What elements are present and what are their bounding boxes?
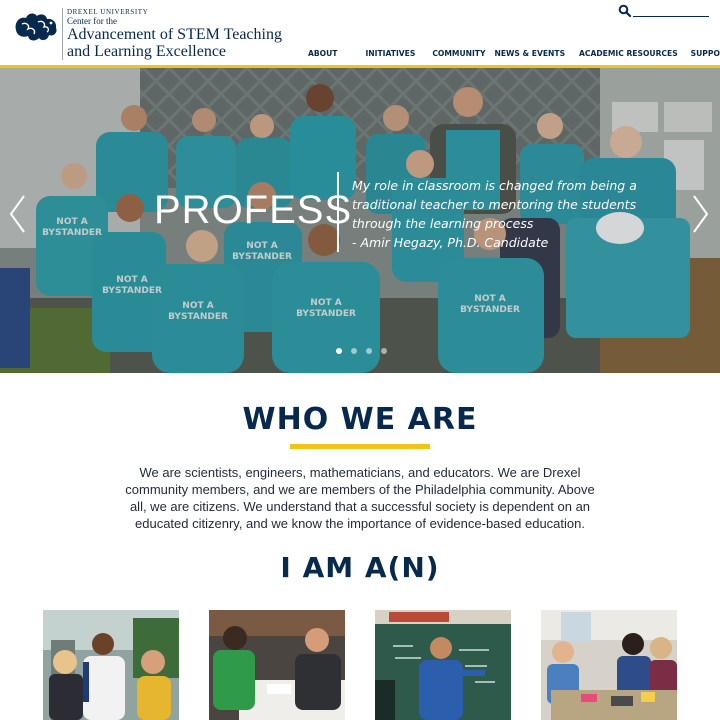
carousel-dot-2[interactable] xyxy=(351,348,357,354)
center-line: Center for the xyxy=(67,16,117,26)
audience-card-students[interactable] xyxy=(43,610,179,720)
nav-news-events[interactable]: NEWS & EVENTS xyxy=(494,48,565,62)
hero-title: PROFESS xyxy=(154,188,353,232)
community-photo xyxy=(541,610,677,720)
heading-underline xyxy=(290,444,430,449)
students-photo xyxy=(43,610,179,720)
nav-about[interactable]: ABOUT xyxy=(308,48,337,62)
center-name-line2: and Learning Excellence xyxy=(67,43,227,60)
hero-carousel: NOT A BYSTANDER NOT A BYSTANDER NOT A BY… xyxy=(0,68,720,373)
audience-card-instructors[interactable] xyxy=(375,610,511,720)
i-am-heading: I AM A(N) xyxy=(280,551,440,584)
faculty-photo xyxy=(209,610,345,720)
site-header: DREXEL UNIVERSITY Center for the Advance… xyxy=(0,0,720,68)
search-icon[interactable] xyxy=(618,4,632,18)
nav-initiatives[interactable]: INITIATIVES xyxy=(365,48,415,62)
chevron-left-icon[interactable] xyxy=(8,194,26,234)
instructor-photo xyxy=(375,610,511,720)
hero-divider xyxy=(337,172,339,252)
dragon-logo-icon[interactable] xyxy=(12,10,60,44)
carousel-dot-3[interactable] xyxy=(366,348,372,354)
who-we-are-text: We are scientists, engineers, mathematic… xyxy=(125,465,595,531)
who-we-are-heading: WHO WE ARE xyxy=(242,402,478,437)
carousel-dot-4[interactable] xyxy=(381,348,387,354)
audience-cards xyxy=(0,610,720,720)
search-bar xyxy=(618,4,710,18)
nav-community[interactable]: COMMUNITY xyxy=(432,48,485,62)
hero-attribution: - Amir Hegazy, Ph.D. Candidate xyxy=(352,235,549,250)
audience-card-faculty[interactable] xyxy=(209,610,345,720)
site-logo-text[interactable]: DREXEL UNIVERSITY Center for the Advance… xyxy=(62,8,282,60)
audience-card-community[interactable] xyxy=(541,610,677,720)
center-name-line1: Advancement of STEM Teaching xyxy=(67,26,282,43)
nav-support-us[interactable]: SUPPORT US xyxy=(691,48,720,62)
hero-quote: My role in classroom is changed from bei… xyxy=(352,178,637,231)
main-nav: ABOUT INITIATIVES COMMUNITY NEWS & EVENT… xyxy=(300,48,720,62)
carousel-dot-1[interactable] xyxy=(336,348,342,354)
nav-academic-resources[interactable]: ACADEMIC RESOURCES xyxy=(579,48,678,62)
carousel-dots xyxy=(336,348,396,354)
search-input[interactable] xyxy=(633,4,709,17)
chevron-right-icon[interactable] xyxy=(692,194,710,234)
university-name: DREXEL UNIVERSITY xyxy=(67,8,149,16)
